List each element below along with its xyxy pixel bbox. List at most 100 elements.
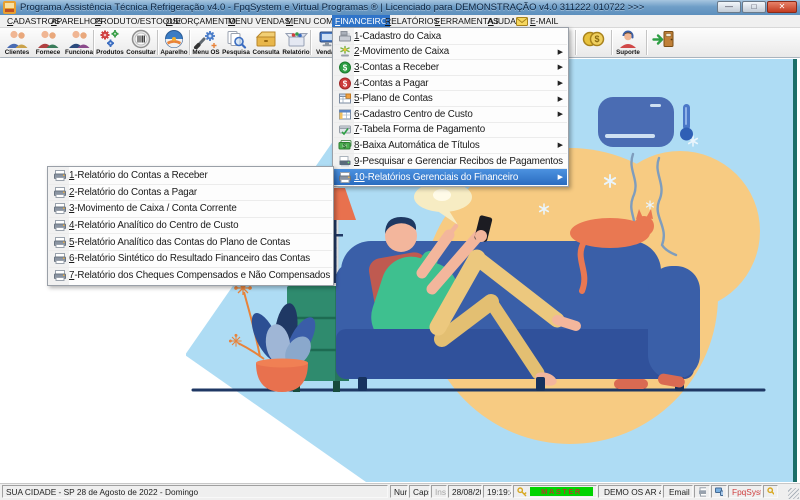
status-ins-indicator: Ins bbox=[431, 485, 447, 498]
submenu-arrow-icon: ▶ bbox=[558, 110, 563, 118]
toolbar-button-suporte[interactable]: Suporte bbox=[613, 29, 643, 57]
report-menu-item-4[interactable]: 4-Relatório Analítico do Centro de Custo bbox=[49, 218, 332, 235]
svg-text:$: $ bbox=[343, 63, 348, 72]
financeiro-menu-item-3[interactable]: $3-Contas a Receber ▶ bbox=[334, 60, 567, 76]
financeiro-menu-item-1[interactable]: 1-Cadastro do Caixa bbox=[334, 29, 567, 45]
toolbar-button-label: Clientes bbox=[5, 49, 30, 56]
menu-item-label: 1-Cadastro do Caixa bbox=[354, 31, 441, 42]
toolbar-button-sair[interactable] bbox=[649, 29, 679, 57]
resize-grip[interactable] bbox=[788, 488, 799, 499]
report-menu-item-2[interactable]: 2-Relatório do Contas a Pagar bbox=[49, 185, 332, 202]
status-num-indicator: Num bbox=[390, 485, 408, 498]
toolbar-button-funcionarios[interactable]: Funciona bbox=[64, 29, 94, 57]
printer-icon bbox=[51, 202, 69, 215]
chart-of-accounts-icon bbox=[336, 92, 354, 105]
financeiro-menu-item-8[interactable]: $8-Baixa Automática de Títulos▶ bbox=[334, 138, 567, 154]
menu-item-label: 5-Plano de Contas bbox=[354, 93, 433, 104]
toolbar-button-moedas[interactable]: $ bbox=[578, 29, 608, 57]
toolbar-button-label: Aparelho bbox=[160, 49, 187, 56]
menu-item-label: 2-Relatório do Contas a Pagar bbox=[69, 187, 197, 198]
auto-settle-icon: $ bbox=[336, 139, 354, 152]
status-key-button[interactable] bbox=[763, 485, 778, 498]
menu-item-label: 4-Relatório Analítico do Centro de Custo bbox=[69, 220, 238, 231]
report-menu-item-6[interactable]: 6-Relatório Sintético do Resultado Finan… bbox=[49, 251, 332, 268]
air-conditioner-icon bbox=[598, 97, 674, 147]
reports-submenu: 1-Relatório do Contas a Receber 2-Relatór… bbox=[47, 166, 334, 286]
cash-register-icon bbox=[336, 30, 354, 43]
financeiro-menu-item-9[interactable]: 9-Pesquisar e Gerenciar Recibos de Pagam… bbox=[334, 154, 567, 170]
financeiro-menu-item-2[interactable]: 2-Movimento de Caixa▶ bbox=[334, 45, 567, 61]
svg-text:$: $ bbox=[343, 79, 348, 88]
menu-item-label: 4-Contas a Pagar bbox=[354, 78, 428, 89]
app-window: { "window": { "title": "Programa Assistê… bbox=[0, 0, 800, 500]
report-menu-item-1[interactable]: 1-Relatório do Contas a Receber bbox=[49, 168, 332, 185]
app-icon bbox=[3, 1, 16, 14]
submenu-arrow-icon: ▶ bbox=[558, 95, 563, 103]
toolbar-button-fornecedores[interactable]: Fornece bbox=[33, 29, 63, 57]
printer-icon bbox=[51, 219, 69, 232]
minimize-button[interactable]: — bbox=[717, 1, 741, 13]
menu-item-label: 2-Movimento de Caixa bbox=[354, 46, 449, 57]
menu-item-label: 7-Relatório dos Cheques Compensados e Nã… bbox=[69, 270, 330, 281]
toolbar-separator bbox=[157, 30, 159, 55]
printer-icon bbox=[51, 269, 69, 282]
printer-icon bbox=[51, 236, 69, 249]
status-print-button[interactable] bbox=[694, 485, 710, 498]
status-time: 19:19:47 bbox=[483, 485, 512, 498]
financeiro-menu-item-10[interactable]: 10-Relatórios Gerenciais do Financeiro▶ bbox=[334, 169, 567, 185]
menu-item-label: 6-Cadastro Centro de Custo bbox=[354, 109, 473, 120]
maximize-button[interactable]: □ bbox=[742, 1, 766, 13]
toolbar-button-label: Consulta bbox=[253, 49, 280, 56]
menu-item-label: 3-Contas a Receber bbox=[354, 62, 439, 73]
report-menu-item-5[interactable]: 5-Relatório Analítico das Contas do Plan… bbox=[49, 234, 332, 251]
toolbar-button-label: Consultar bbox=[126, 49, 155, 56]
status-location: SUA CIDADE - SP 28 de Agosto de 2022 - D… bbox=[2, 485, 388, 498]
menu-item-label: 3-Movimento de Caixa / Conta Corrente bbox=[69, 203, 237, 214]
toolbar-button-consultar[interactable]: Consultar bbox=[126, 29, 156, 57]
toolbar-button-label: Menu OS bbox=[192, 49, 219, 56]
toolbar-separator bbox=[646, 30, 648, 55]
window-controls: — □ ✕ bbox=[717, 1, 797, 13]
financeiro-menu-item-6[interactable]: 6-Cadastro Centro de Custo ▶ bbox=[334, 107, 567, 123]
toolbar-button-pesquisa[interactable]: Pesquisa bbox=[221, 29, 251, 57]
menu-item-label: 9-Pesquisar e Gerenciar Recibos de Pagam… bbox=[354, 156, 563, 167]
cash-movement-icon bbox=[336, 45, 354, 58]
status-brand-label[interactable]: FpqSystem bbox=[728, 485, 762, 498]
report-menu-item-3[interactable]: 3-Movimento de Caixa / Conta Corrente bbox=[49, 201, 332, 218]
toolbar-button-clientes[interactable]: Clientes bbox=[2, 29, 32, 57]
toolbar-button-label: Pesquisa bbox=[222, 49, 250, 56]
printer-icon bbox=[336, 171, 354, 184]
couch-armrest bbox=[648, 266, 700, 379]
master-badge: MASTER bbox=[530, 487, 593, 496]
printer-icon bbox=[51, 169, 69, 182]
toolbar-button-consulta[interactable]: Consulta bbox=[251, 29, 281, 57]
status-email-button[interactable]: Email bbox=[663, 485, 693, 498]
financeiro-menu-item-7[interactable]: 7-Tabela Forma de Pagamento bbox=[334, 123, 567, 139]
status-network-button[interactable] bbox=[711, 485, 727, 498]
report-menu-item-7[interactable]: 7-Relatório dos Cheques Compensados e Nã… bbox=[49, 268, 332, 285]
financeiro-menu-item-5[interactable]: 5-Plano de Contas ▶ bbox=[334, 91, 567, 107]
toolbar-button-label: Relatório bbox=[282, 49, 309, 56]
financeiro-menu-item-4[interactable]: $4-Contas a Pagar▶ bbox=[334, 76, 567, 92]
status-version-label: DEMO OS AR 4.0 bbox=[598, 485, 662, 498]
accounts-payable-icon: $ bbox=[336, 77, 354, 90]
toolbar-button-label: Funciona bbox=[65, 49, 93, 56]
toolbar-button-produtos[interactable]: Produtos bbox=[95, 29, 125, 57]
accounts-receivable-icon: $ bbox=[336, 61, 354, 74]
menu-item-label: 7-Tabela Forma de Pagamento bbox=[354, 124, 485, 135]
toolbar-button-menu-os[interactable]: Menu OS bbox=[191, 29, 221, 57]
menu-item-label: 6-Relatório Sintético do Resultado Finan… bbox=[69, 253, 310, 264]
payment-method-icon bbox=[336, 123, 354, 136]
toolbar-separator bbox=[189, 30, 191, 55]
financeiro-dropdown-menu: 1-Cadastro do Caixa2-Movimento de Caixa▶… bbox=[332, 27, 569, 187]
submenu-arrow-icon: ▶ bbox=[558, 63, 563, 71]
email-menu-icon bbox=[516, 17, 528, 26]
toolbar-button-aparelho[interactable]: Aparelho bbox=[159, 29, 189, 57]
menu-item-label: 1-Relatório do Contas a Receber bbox=[69, 170, 208, 181]
toolbar-separator bbox=[575, 30, 577, 55]
close-button[interactable]: ✕ bbox=[767, 1, 797, 13]
right-edge-strip bbox=[793, 59, 797, 482]
toolbar-button-relatorio[interactable]: Relatório bbox=[281, 29, 311, 57]
cost-center-icon bbox=[336, 108, 354, 121]
menu-item-label: 8-Baixa Automática de Títulos bbox=[354, 140, 480, 151]
